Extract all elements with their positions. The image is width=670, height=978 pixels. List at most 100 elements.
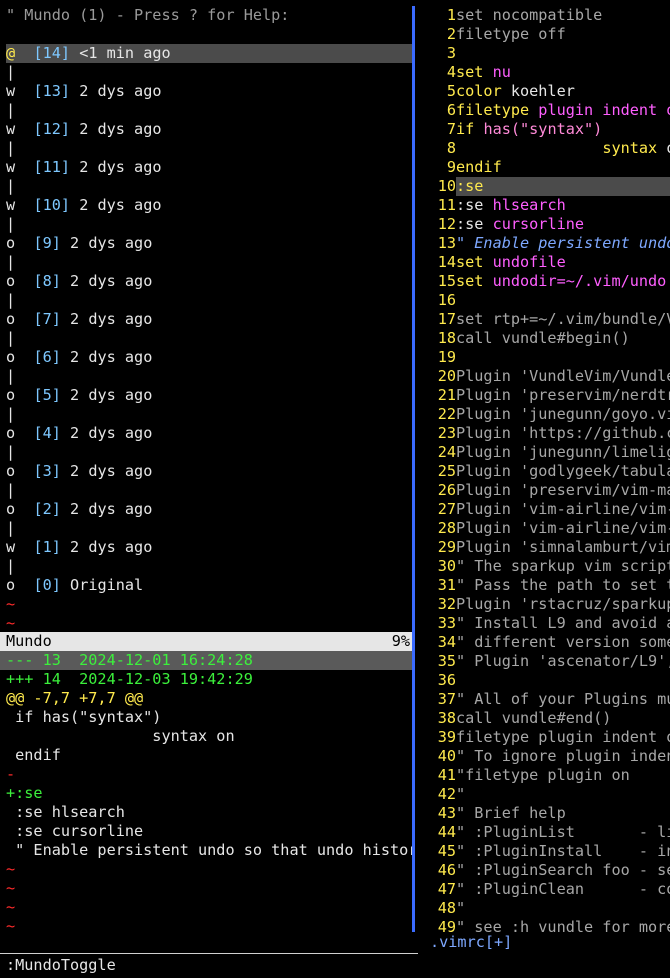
undo-node-row[interactable]: o [9] 2 dys ago [6, 234, 412, 253]
undo-node-marker: w [6, 82, 16, 100]
undo-node-row[interactable]: o [2] 2 dys ago [6, 500, 412, 519]
undo-node-row[interactable]: w [13] 2 dys ago [6, 82, 412, 101]
empty-line-tilde: ~ [6, 595, 16, 613]
undo-node-age: 2 dys ago [70, 310, 153, 328]
code-line[interactable]: " [456, 785, 670, 804]
undo-node-row[interactable]: w [11] 2 dys ago [6, 158, 412, 177]
code-line[interactable]: set undofile [456, 253, 670, 272]
code-line[interactable]: set nu [456, 63, 670, 82]
code-line[interactable]: filetype plugin indent o [456, 728, 670, 747]
line-number: 15 [437, 272, 456, 290]
code-line[interactable]: color koehler [456, 82, 670, 101]
code-line[interactable]: endif [456, 158, 670, 177]
undo-graph-edge: | [6, 367, 16, 385]
line-number: 4 [446, 63, 456, 81]
empty-line-tilde: ~ [6, 614, 16, 632]
code-line[interactable]: " Enable persistent undo [456, 234, 670, 253]
code-line-text: endif [456, 158, 502, 176]
code-line[interactable]: filetype plugin indent o [456, 101, 670, 120]
code-line[interactable]: " :PluginSearch foo - se [456, 861, 670, 880]
window-separator[interactable] [412, 0, 430, 935]
code-line[interactable]: " The sparkup vim script [456, 557, 670, 576]
undo-node-row[interactable]: w [10] 2 dys ago [6, 196, 412, 215]
code-line-text: set nu [456, 63, 511, 81]
undo-node-row[interactable]: o [0] Original [6, 576, 412, 595]
code-line[interactable]: Plugin 'godlygeek/tabula [456, 462, 670, 481]
undo-node-number: [12] [33, 120, 71, 138]
diff-new-header: +++ 14 2024-12-03 19:42:29 [6, 670, 253, 689]
undo-node-marker: @ [6, 44, 16, 62]
code-line[interactable]: Plugin 'junegunn/limelig [456, 443, 670, 462]
code-line[interactable]: :se cursorline [456, 215, 670, 234]
line-number: 27 [437, 500, 456, 518]
undo-node-row[interactable]: o [6] 2 dys ago [6, 348, 412, 367]
undo-node-row[interactable]: w [1] 2 dys ago [6, 538, 412, 557]
undo-node-row[interactable]: o [3] 2 dys ago [6, 462, 412, 481]
code-line[interactable] [456, 348, 670, 367]
code-line[interactable]: Plugin 'junegunn/goyo.vi [456, 405, 670, 424]
code-line[interactable]: Plugin 'simnalamburt/vim [456, 538, 670, 557]
code-line[interactable]: " Brief help [456, 804, 670, 823]
undo-graph-edge: | [6, 557, 16, 575]
code-line[interactable]: filetype off [456, 25, 670, 44]
code-line[interactable]: Plugin 'vim-airline/vim- [456, 519, 670, 538]
undo-graph-edge: | [6, 291, 16, 309]
undo-node-row[interactable]: o [5] 2 dys ago [6, 386, 412, 405]
undo-node-marker: w [6, 158, 16, 176]
undo-node-row[interactable]: o [8] 2 dys ago [6, 272, 412, 291]
command-line[interactable]: :MundoToggle [0, 953, 670, 978]
code-line[interactable]: "filetype plugin on [456, 766, 670, 785]
code-line[interactable]: " :PluginList - li [456, 823, 670, 842]
undo-node-row[interactable]: w [12] 2 dys ago [6, 120, 412, 139]
code-line[interactable]: " :PluginInstall - in [456, 842, 670, 861]
undo-node-age: 2 dys ago [70, 538, 153, 556]
code-line[interactable]: " To ignore plugin inden [456, 747, 670, 766]
code-line[interactable]: :se [456, 177, 670, 196]
mundo-pane[interactable]: " Mundo (1) - Press ? for Help: @ [14] <1… [0, 0, 412, 935]
line-number: 46 [437, 861, 456, 879]
code-line[interactable]: call vundle#end() [456, 709, 670, 728]
undo-node-number: [14] [33, 44, 71, 62]
code-line[interactable] [456, 44, 670, 63]
code-line-text: Plugin 'preservim/vim-ma [456, 481, 670, 499]
code-line[interactable]: Plugin 'vim-airline/vim- [456, 500, 670, 519]
undo-node-age: 2 dys ago [70, 348, 153, 366]
code-line[interactable]: " All of your Plugins mu [456, 690, 670, 709]
code-line[interactable]: set undodir=~/.vim/undo [456, 272, 670, 291]
code-line-text: " different version some [456, 633, 670, 651]
undo-node-row[interactable]: o [4] 2 dys ago [6, 424, 412, 443]
code-line[interactable]: Plugin 'VundleVim/Vundle [456, 367, 670, 386]
code-line-text: Plugin 'rstacruz/sparkup [456, 595, 670, 613]
undo-node-number: [8] [33, 272, 61, 290]
code-line[interactable]: " Plugin 'ascenator/L9', [456, 652, 670, 671]
code-line-text: " :PluginClean - co [456, 880, 670, 898]
line-number: 3 [446, 44, 456, 62]
diff-new-text: +++ 14 2024-12-03 19:42:29 [6, 670, 253, 688]
undo-node-row[interactable]: @ [14] <1 min ago [6, 44, 412, 63]
editor-pane[interactable]: 1 2 3 4 5 6 7 8 9 10 11 12 13 14 15 16 17 18 19 20 21 22 23 24 2… [430, 0, 670, 935]
undo-graph-edge: | [6, 329, 16, 347]
code-line[interactable]: " Install L9 and avoid a [456, 614, 670, 633]
code-line[interactable]: syntax o [456, 139, 670, 158]
code-line[interactable]: if has("syntax") [456, 120, 670, 139]
code-line[interactable]: :se hlsearch [456, 196, 670, 215]
code-line[interactable]: " Pass the path to set t [456, 576, 670, 595]
code-line[interactable]: Plugin 'https://github.c [456, 424, 670, 443]
code-line[interactable]: Plugin 'preservim/nerdtr [456, 386, 670, 405]
code-line[interactable]: Plugin 'rstacruz/sparkup [456, 595, 670, 614]
file-tab-label: .vimrc[+] [430, 933, 513, 951]
code-line[interactable]: " :PluginClean - co [456, 880, 670, 899]
line-number: 13 [437, 234, 456, 252]
code-line[interactable]: " [456, 899, 670, 918]
code-line-text: syntax o [602, 139, 670, 157]
code-line[interactable]: set rtp+=~/.vim/bundle/V [456, 310, 670, 329]
code-line[interactable]: Plugin 'preservim/vim-ma [456, 481, 670, 500]
command-line-text[interactable]: :MundoToggle [6, 956, 116, 975]
code-line[interactable] [456, 671, 670, 690]
code-line[interactable]: call vundle#begin() [456, 329, 670, 348]
code-line[interactable] [456, 291, 670, 310]
undo-node-row[interactable]: o [7] 2 dys ago [6, 310, 412, 329]
code-line[interactable]: set nocompatible [456, 6, 670, 25]
code-line[interactable]: " different version some [456, 633, 670, 652]
line-number: 44 [437, 823, 456, 841]
